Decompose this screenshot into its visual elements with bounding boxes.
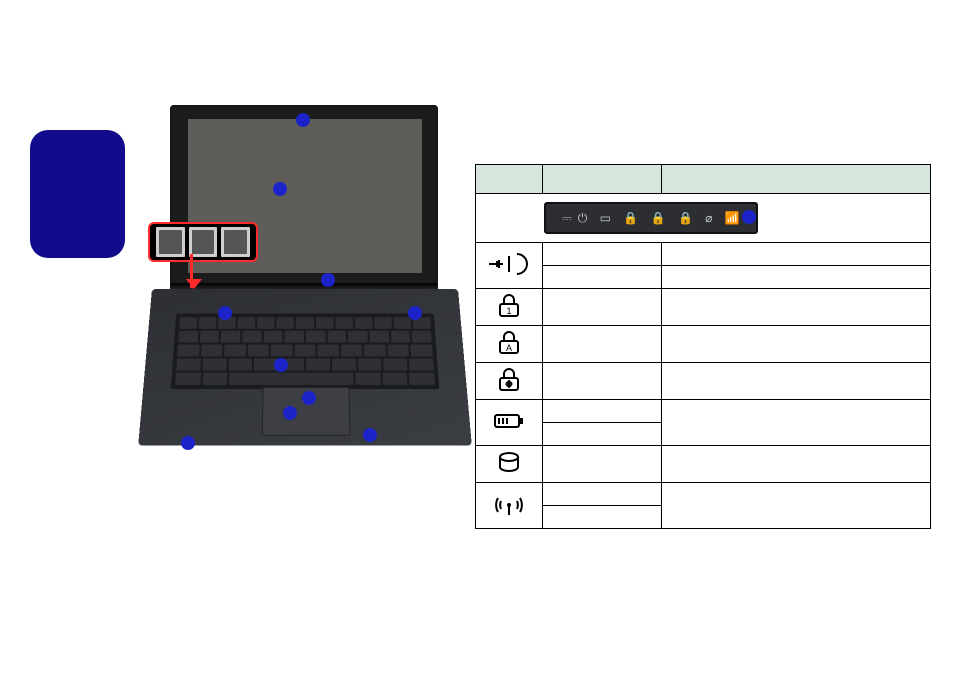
callout-touchpad: [302, 391, 316, 405]
hotkey-btn-3: [221, 227, 250, 257]
callout-led-panel: [321, 273, 335, 287]
hotkey-btn-1: [156, 227, 185, 257]
led-strip-photo: ⎓ ⏻ ▭ 🔒 🔒 🔒 ⌀ 📶: [544, 202, 758, 234]
cell-acpower-c2b: [662, 266, 931, 289]
cell-num-c1: [543, 289, 662, 326]
wireless-icon: 📶: [725, 211, 740, 225]
cell-caps-c2: [662, 326, 931, 363]
svg-text:1: 1: [506, 306, 511, 316]
callout-led-strip: [742, 210, 756, 224]
cell-caps-c1: [543, 326, 662, 363]
icon-battery: [476, 400, 543, 446]
blue-side-card: [30, 130, 125, 258]
cell-num-c2: [662, 289, 931, 326]
cell-acpower-c2a: [662, 243, 931, 266]
hotkey-btn-2: [189, 227, 218, 257]
callout-front-edge: [181, 436, 195, 450]
icon-numlock: 1: [476, 289, 543, 326]
cell-wifi-c1a: [543, 483, 662, 506]
led-strip-cell: ⎓ ⏻ ▭ 🔒 🔒 🔒 ⌀ 📶: [476, 194, 931, 243]
cell-wifi-c1b: [543, 506, 662, 529]
callout-camera: [296, 113, 310, 127]
cell-hdd-c1: [543, 446, 662, 483]
cell-acpower-c1a: [543, 243, 662, 266]
hdd-icon: ⌀: [705, 211, 712, 225]
inset-arrow: [190, 254, 193, 288]
cell-scroll-c2: [662, 363, 931, 400]
callout-display: [273, 182, 287, 196]
power-icon: ⏻: [578, 211, 588, 226]
cell-bat-c1a: [543, 400, 662, 423]
numlock-icon: 🔒: [623, 211, 638, 225]
laptop-keyboard: [171, 313, 440, 389]
scrolllock-icon: 🔒: [678, 211, 693, 225]
callout-power-btn: [408, 306, 422, 320]
th-col1: [543, 165, 662, 194]
ac-power-icon: ⎓: [562, 211, 572, 226]
cell-hdd-c2: [662, 446, 931, 483]
cell-bat-c1b: [543, 423, 662, 446]
led-indicator-table: ⎓ ⏻ ▭ 🔒 🔒 🔒 ⌀ 📶: [475, 164, 931, 529]
icon-scrolllock: [476, 363, 543, 400]
icon-capslock: A: [476, 326, 543, 363]
th-icon: [476, 165, 543, 194]
callout-click-btns: [283, 406, 297, 420]
callout-keyboard: [274, 358, 288, 372]
hotkey-inset: [148, 222, 258, 262]
icon-hdd: [476, 446, 543, 483]
cell-wifi-c2: [662, 483, 931, 529]
th-col2: [662, 165, 931, 194]
battery-icon: ▭: [600, 211, 611, 225]
cell-scroll-c1: [543, 363, 662, 400]
icon-ac-power: [476, 243, 543, 289]
callout-palmrest: [363, 428, 377, 442]
cell-bat-c2: [662, 400, 931, 446]
cell-acpower-c1b: [543, 266, 662, 289]
capslock-icon: 🔒: [651, 211, 666, 225]
svg-text:A: A: [506, 343, 512, 353]
callout-hotkeys: [218, 306, 232, 320]
icon-wireless: [476, 483, 543, 529]
